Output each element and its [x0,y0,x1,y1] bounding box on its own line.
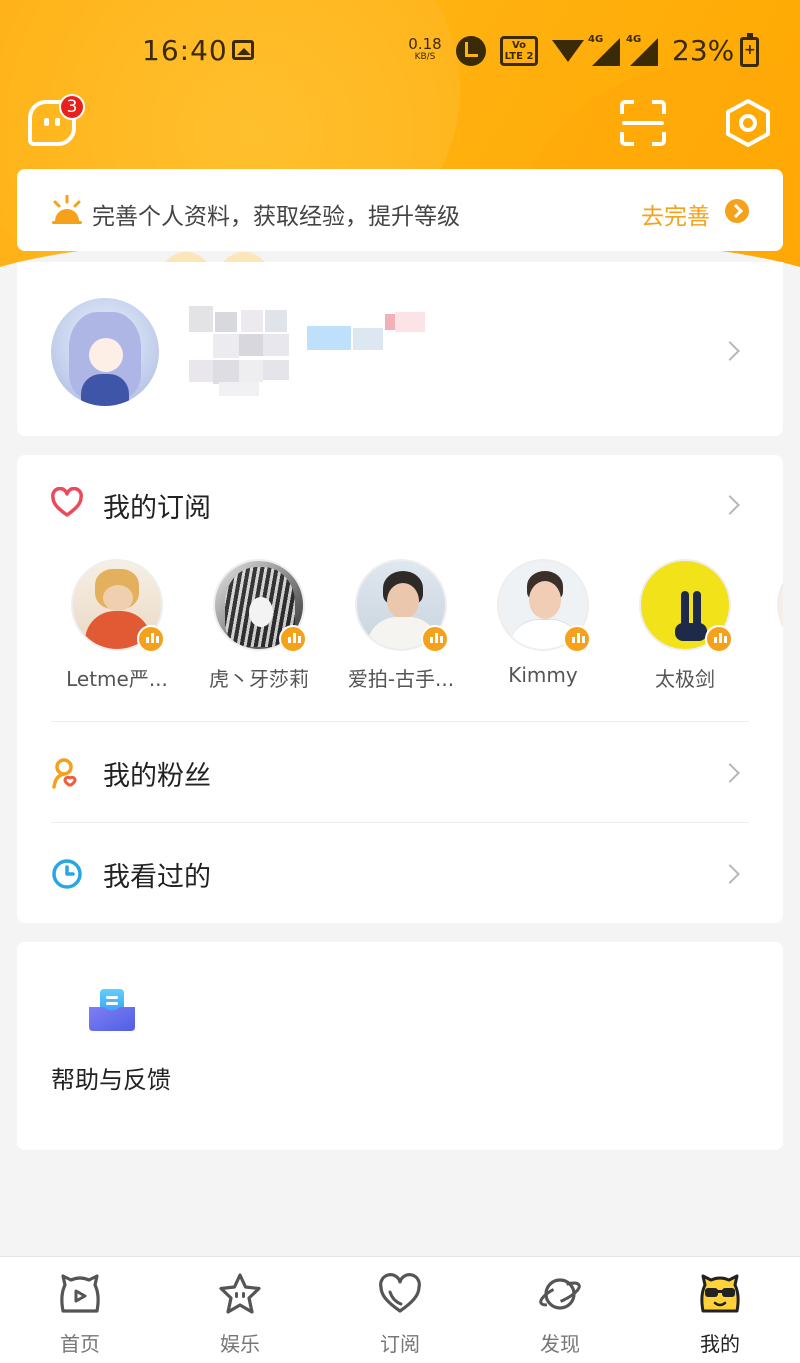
planet-icon [539,1278,581,1310]
divider [51,721,749,722]
subscription-item[interactable]: Kimmy [483,555,603,687]
chevron-right-icon[interactable] [720,341,740,361]
fans-icon [52,758,77,789]
nav-label: 订阅 [380,1332,420,1356]
signal-sim2-icon: 4G [626,34,658,66]
scan-icon [622,121,664,125]
divider [51,822,749,823]
live-indicator-icon [705,625,733,653]
subscription-item[interactable]: 太极剑 [625,555,745,692]
profile-card[interactable] [17,262,783,436]
home-icon [60,1274,100,1313]
network-speed-value: 0.18 [408,35,442,53]
sunglasses-face-icon [700,1274,740,1313]
subscriptions-title[interactable]: 我的订阅 [103,486,211,525]
avatar[interactable] [51,298,159,406]
live-indicator-icon [137,625,165,653]
status-time: 16:40 [142,34,228,67]
star-face-icon [219,1273,261,1314]
heart-icon [51,487,83,517]
subscription-name: 虎丶牙莎莉 [209,667,309,691]
volte-icon: Vo LTE 2 [500,36,538,66]
nav-item-discover[interactable]: 发现 [480,1257,640,1363]
live-indicator-icon [421,625,449,653]
chevron-right-icon[interactable] [720,763,740,783]
tools-card: 帮助与反馈 [17,942,783,1150]
settings-icon [726,99,770,147]
battery-charging-icon [740,33,759,67]
scan-button[interactable] [620,100,666,146]
chevron-right-icon[interactable] [720,864,740,884]
live-indicator-icon [279,625,307,653]
subscription-name: 爱拍-古手... [347,667,455,691]
fans-title[interactable]: 我的粉丝 [103,754,211,793]
sunrise-icon [52,195,82,224]
nav-label: 我的 [700,1332,740,1356]
subscriptions-list[interactable]: Letme严... 虎丶牙莎莉 爱拍-古手... Kimmy 太极剑 [17,555,783,695]
inbox-icon [89,989,135,1031]
nav-item-me[interactable]: 我的 [640,1257,800,1363]
bottom-navigation: 首页 娱乐 订阅 发现 我的 [0,1256,800,1363]
message-count-badge: 3 [59,94,85,120]
complete-profile-link[interactable]: 去完善 [641,197,710,231]
network-speed: 0.18 KB/S [408,35,442,63]
subscription-name: 太极剑 [655,667,715,691]
nav-item-home[interactable]: 首页 [0,1257,160,1363]
nav-label: 首页 [60,1332,100,1356]
signal-sim1-icon: 4G [588,34,620,66]
status-bar: 16:40 0.18 KB/S Vo LTE 2 4G 4G 23% [0,0,800,100]
heart-icon [379,1273,421,1313]
network-speed-unit: KB/S [414,52,436,62]
subscription-name: Letme严... [66,667,168,691]
wifi-icon [552,40,584,62]
subscription-item[interactable]: 虎丶牙莎莉 [199,555,319,692]
nav-item-subscriptions[interactable]: 订阅 [320,1257,480,1363]
history-title[interactable]: 我看过的 [103,855,211,894]
battery-percentage: 23% [672,34,735,67]
clock-icon [52,859,82,889]
image-notification-icon [232,40,254,60]
settings-button[interactable] [724,98,772,148]
nav-label: 发现 [540,1332,580,1356]
help-feedback-label[interactable]: 帮助与反馈 [51,1060,171,1095]
alarm-icon [456,36,486,66]
chevron-right-icon[interactable] [720,495,740,515]
blurred-username [189,306,429,396]
subscriptions-card: 我的订阅 Letme严... 虎丶牙莎莉 爱拍-古手... Kimmy 太极剑 … [17,455,783,923]
complete-profile-banner[interactable]: 完善个人资料，获取经验，提升等级 去完善 [17,169,783,251]
subscription-item-partial[interactable] [777,559,783,651]
live-indicator-icon [563,625,591,653]
nav-label: 娱乐 [220,1332,260,1356]
subscription-item[interactable]: Letme严... [57,555,177,692]
arrow-right-circle-icon[interactable] [725,199,749,223]
subscription-item[interactable]: 爱拍-古手... [341,555,461,692]
banner-text: 完善个人资料，获取经验，提升等级 [92,204,460,230]
nav-item-entertainment[interactable]: 娱乐 [160,1257,320,1363]
subscription-name: Kimmy [508,663,578,687]
